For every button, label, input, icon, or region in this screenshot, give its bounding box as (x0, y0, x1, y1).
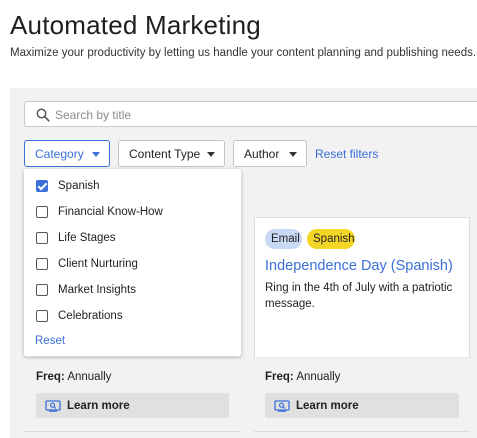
card-description: Ring in the 4th of July with a patriotic… (265, 282, 453, 310)
checkbox[interactable] (36, 310, 48, 322)
email-badge: Email (265, 229, 302, 249)
preview-icon (274, 399, 290, 412)
freq-label: Freq: (36, 371, 65, 383)
option-label: Celebrations (58, 310, 123, 322)
chevron-down-icon (207, 152, 215, 157)
divider (24, 431, 241, 432)
option-label: Financial Know-How (58, 206, 163, 218)
option-label: Life Stages (58, 232, 116, 244)
option-label: Market Insights (58, 284, 136, 296)
category-option-market-insights[interactable]: Market Insights (36, 282, 136, 298)
search-icon (36, 108, 50, 122)
category-filter-button[interactable]: Category (24, 140, 110, 167)
category-option-life-stages[interactable]: Life Stages (36, 230, 116, 246)
reset-filters-link[interactable]: Reset filters (315, 147, 378, 161)
chevron-down-icon (92, 152, 100, 157)
freq-value: Annually (296, 371, 341, 383)
category-option-celebrations[interactable]: Celebrations (36, 308, 123, 324)
search-box[interactable] (24, 101, 477, 127)
option-label: Client Nurturing (58, 258, 138, 270)
category-option-financial-know-how[interactable]: Financial Know-How (36, 204, 163, 220)
learn-more-button[interactable]: Learn more (36, 393, 229, 418)
category-option-spanish[interactable]: Spanish (36, 178, 100, 194)
content-type-filter-label: Content Type (129, 146, 201, 161)
card-frequency: Freq: Annually (36, 371, 111, 383)
checkbox[interactable] (36, 232, 48, 244)
card-title-link[interactable]: Independence Day (Spanish) (265, 258, 453, 274)
chevron-down-icon (289, 152, 297, 157)
checkbox[interactable] (36, 180, 48, 192)
author-filter-label: Author (244, 146, 280, 161)
author-filter-button[interactable]: Author (233, 140, 307, 167)
card-frequency: Freq: Annually (265, 371, 340, 383)
checkbox[interactable] (36, 206, 48, 218)
category-filter-label: Category (35, 146, 84, 161)
freq-label: Freq: (265, 371, 294, 383)
search-input[interactable] (55, 105, 435, 124)
option-label: Spanish (58, 180, 100, 192)
dropdown-reset-link[interactable]: Reset (35, 335, 65, 347)
preview-icon (45, 399, 61, 412)
learn-more-label: Learn more (296, 399, 359, 412)
freq-value: Annually (67, 371, 112, 383)
page-title: Automated Marketing (10, 10, 261, 40)
checkbox[interactable] (36, 258, 48, 270)
learn-more-label: Learn more (67, 399, 130, 412)
spanish-badge: Spanish (307, 229, 355, 249)
divider (254, 431, 470, 432)
content-type-filter-button[interactable]: Content Type (118, 140, 225, 167)
checkbox[interactable] (36, 284, 48, 296)
learn-more-button[interactable]: Learn more (265, 393, 459, 418)
category-dropdown-menu: Spanish Financial Know-How Life Stages C… (24, 169, 241, 356)
category-option-client-nurturing[interactable]: Client Nurturing (36, 256, 138, 272)
page-subtitle: Maximize your productivity by letting us… (10, 47, 477, 59)
